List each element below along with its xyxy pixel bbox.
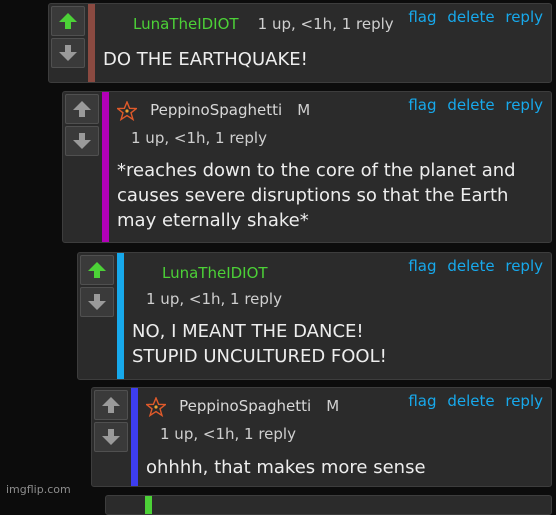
- arrow-up-icon: [73, 101, 91, 117]
- downvote-button[interactable]: [65, 126, 99, 156]
- downvote-button[interactable]: [51, 38, 85, 68]
- upvote-button[interactable]: [80, 255, 114, 285]
- comment-body-line: causes severe disruptions so that the Ea…: [117, 185, 509, 206]
- star-avatar-icon: [117, 100, 137, 121]
- arrow-down-icon: [88, 294, 106, 310]
- comment-1: LunaTheIDIOT 1 up, <1h, 1 reply flag del…: [48, 3, 552, 83]
- vote-column: [49, 4, 87, 68]
- comment-username[interactable]: LunaTheIDIOT: [162, 264, 268, 282]
- comment-username[interactable]: LunaTheIDIOT: [133, 15, 239, 33]
- comment-username[interactable]: PeppinoSpaghetti: [179, 397, 311, 415]
- downvote-button[interactable]: [80, 287, 114, 317]
- delete-link[interactable]: delete: [447, 8, 494, 26]
- vote-column: [78, 253, 116, 317]
- star-avatar-icon: [146, 396, 166, 417]
- vote-column: [63, 92, 101, 156]
- thread-stripe: [117, 253, 124, 379]
- comment-body: ohhhh, that makes more sense: [146, 455, 426, 480]
- delete-link[interactable]: delete: [447, 392, 494, 410]
- comment-5-partial: [105, 495, 552, 515]
- upvote-button[interactable]: [94, 390, 128, 420]
- comment-body-line: STUPID UNCULTURED FOOL!: [132, 346, 387, 367]
- thread-stripe: [102, 92, 109, 242]
- upvote-button[interactable]: [65, 94, 99, 124]
- reply-link[interactable]: reply: [505, 257, 543, 275]
- comment-actions: flag delete reply: [402, 96, 543, 114]
- arrow-down-icon: [73, 133, 91, 149]
- comment-meta: 1 up, <1h, 1 reply: [131, 129, 267, 147]
- comment-body: NO, I MEANT THE DANCE! STUPID UNCULTURED…: [132, 319, 387, 369]
- comment-2: PeppinoSpaghetti M 1 up, <1h, 1 reply fl…: [62, 91, 552, 243]
- comment-meta: 1 up, <1h, 1 reply: [160, 425, 296, 443]
- upvote-button[interactable]: [51, 6, 85, 36]
- arrow-up-icon: [102, 397, 120, 413]
- thread-stripe: [131, 388, 138, 486]
- delete-link[interactable]: delete: [447, 96, 494, 114]
- comment-body-line: may eternally shake*: [117, 210, 309, 231]
- mod-badge: M: [297, 101, 311, 119]
- delete-link[interactable]: delete: [447, 257, 494, 275]
- comment-actions: flag delete reply: [402, 257, 543, 275]
- thread-stripe: [145, 496, 152, 514]
- comment-meta: 1 up, <1h, 1 reply: [146, 290, 282, 308]
- arrow-up-icon: [59, 13, 77, 29]
- flag-link[interactable]: flag: [408, 96, 436, 114]
- flag-link[interactable]: flag: [408, 257, 436, 275]
- comment-username[interactable]: PeppinoSpaghetti: [150, 101, 282, 119]
- comment-4: PeppinoSpaghetti M 1 up, <1h, 1 reply fl…: [91, 387, 552, 487]
- arrow-down-icon: [102, 429, 120, 445]
- vote-column: [92, 388, 130, 452]
- downvote-button[interactable]: [94, 422, 128, 452]
- watermark: imgflip.com: [6, 483, 71, 496]
- comment-body: *reaches down to the core of the planet …: [117, 158, 516, 233]
- thread-stripe: [88, 4, 95, 82]
- comment-meta: 1 up, <1h, 1 reply: [257, 15, 394, 33]
- reply-link[interactable]: reply: [505, 392, 543, 410]
- reply-link[interactable]: reply: [505, 96, 543, 114]
- comment-actions: flag delete reply: [402, 392, 543, 410]
- flag-link[interactable]: flag: [408, 8, 436, 26]
- comment-actions: flag delete reply: [402, 8, 543, 26]
- arrow-up-icon: [88, 262, 106, 278]
- comment-body-line: NO, I MEANT THE DANCE!: [132, 321, 364, 342]
- mod-badge: M: [326, 397, 340, 415]
- comment-3: LunaTheIDIOT 1 up, <1h, 1 reply flag del…: [77, 252, 552, 380]
- comment-body-line: DO THE EARTHQUAKE!: [103, 49, 308, 70]
- arrow-down-icon: [59, 45, 77, 61]
- comment-body: DO THE EARTHQUAKE!: [103, 47, 308, 72]
- comment-body-line: *reaches down to the core of the planet …: [117, 160, 516, 181]
- flag-link[interactable]: flag: [408, 392, 436, 410]
- reply-link[interactable]: reply: [505, 8, 543, 26]
- comment-body-line: ohhhh, that makes more sense: [146, 457, 426, 478]
